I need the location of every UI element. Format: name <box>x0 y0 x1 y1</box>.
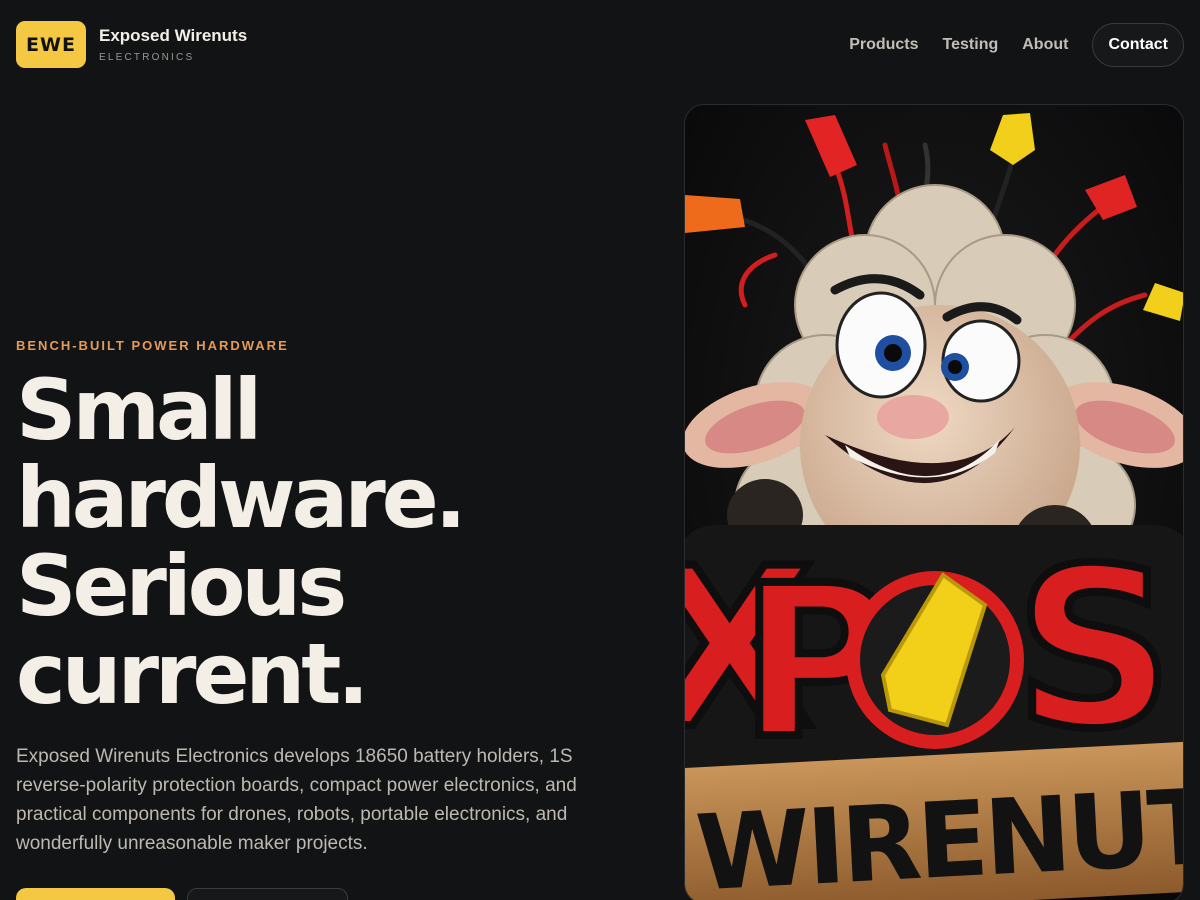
sheep-mascot-illustration: X P S WIRENUTS <box>685 105 1183 900</box>
logo-link[interactable]: EWE Exposed Wirenuts ELECTRONICS <box>16 21 247 68</box>
logo-badge: EWE <box>16 21 86 68</box>
headline-line-1: Small <box>16 361 262 459</box>
brand-tagline: ELECTRONICS <box>99 51 195 63</box>
sign-letter-s: S <box>1015 521 1173 777</box>
secondary-cta-button[interactable] <box>187 888 348 900</box>
headline-line-4: current. <box>16 625 369 723</box>
brand-name: Exposed Wirenuts <box>99 25 248 45</box>
headline-line-3: Serious <box>16 537 347 635</box>
headline-line-2: hardware. <box>16 449 467 547</box>
contact-button[interactable]: Contact <box>1092 23 1184 67</box>
hero-headline: Small hardware. Serious current. <box>16 366 656 718</box>
nav-link-products[interactable]: Products <box>849 24 918 66</box>
logo-text: Exposed Wirenuts ELECTRONICS <box>99 26 247 64</box>
primary-cta-button[interactable] <box>16 888 175 900</box>
hero-eyebrow: BENCH-BUILT POWER HARDWARE <box>16 338 289 353</box>
main-nav: Products Testing About Contact <box>849 23 1184 67</box>
nav-link-about[interactable]: About <box>1022 24 1068 66</box>
hero-intro: Exposed Wirenuts Electronics develops 18… <box>16 746 577 854</box>
site-header: EWE Exposed Wirenuts ELECTRONICS Product… <box>0 0 1200 90</box>
hero-mascot-image: X P S WIRENUTS <box>684 104 1184 900</box>
nav-link-testing[interactable]: Testing <box>943 24 999 66</box>
